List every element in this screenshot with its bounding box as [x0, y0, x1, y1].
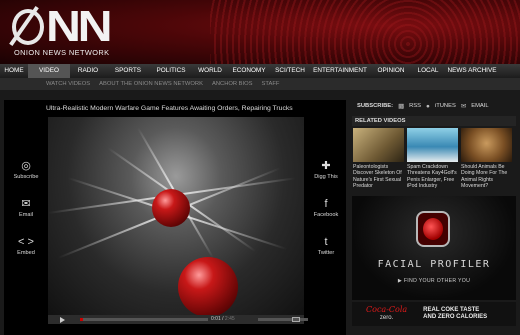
twitter-icon: t [324, 236, 328, 248]
nav-politics[interactable]: POLITICS [150, 64, 192, 78]
email-label: Email [19, 212, 33, 218]
logo-wordmark: NN [46, 2, 113, 51]
related-videos-list: Paleontologists Discover Skeleton Of Nat… [352, 128, 516, 190]
ad-link[interactable]: ▶ FIND YOUR OTHER YOU [352, 278, 516, 284]
related-caption[interactable]: Paleontologists Discover Skeleton Of Nat… [353, 164, 404, 190]
fullscreen-icon[interactable] [292, 317, 300, 322]
twitter-button[interactable]: t Twitter [311, 236, 341, 256]
email-sub-icon: ✉ [460, 103, 467, 110]
related-video-item[interactable]: Spam Crackdown Threatens Kay4Golf's Peni… [407, 128, 458, 190]
itunes-link[interactable]: iTUNES [435, 103, 456, 109]
nav-sports[interactable]: SPORTS [106, 64, 150, 78]
video-title: Ultra-Realistic Modern Warfare Game Feat… [46, 105, 293, 112]
subnav-staff[interactable]: STAFF [262, 78, 280, 90]
nav-news-archive[interactable]: NEWS ARCHIVE [444, 64, 500, 78]
digg-icon: ✚ [321, 160, 331, 172]
coke-tagline: REAL COKE TASTE AND ZERO CALORIES [423, 307, 487, 321]
related-thumbnail[interactable] [407, 128, 458, 162]
ad-title: FACIAL PROFILER [377, 259, 491, 270]
nav-home[interactable]: HOME [0, 64, 28, 78]
nav-opinion[interactable]: OPINION [370, 64, 412, 78]
email-sub-link[interactable]: EMAIL [471, 103, 488, 109]
facial-profiler-ad[interactable]: FACIAL PROFILER ▶ FIND YOUR OTHER YOU [352, 196, 516, 300]
progress-bar[interactable] [80, 318, 208, 321]
play-icon[interactable] [60, 316, 65, 323]
coke-logo-text: Coca-Cola [366, 305, 408, 314]
red-sphere [152, 189, 190, 227]
volume-slider[interactable] [258, 318, 308, 321]
digg-label: Digg This [314, 174, 338, 180]
nav-scitech[interactable]: SCI/TECH [270, 64, 310, 78]
subnav-about-onn[interactable]: ABOUT THE ONION NEWS NETWORK [99, 78, 203, 90]
subscribe-bar: SUBSCRIBE: ▩ RSS ● iTUNES ✉ EMAIL [352, 100, 516, 112]
digg-button[interactable]: ✚ Digg This [311, 160, 341, 180]
coke-line-1: REAL COKE TASTE [423, 307, 480, 313]
related-video-item[interactable]: Should Animals Be Doing More For The Ani… [461, 128, 512, 190]
site-header: NN ONION NEWS NETWORK [0, 0, 520, 64]
related-thumbnail[interactable] [353, 128, 404, 162]
nav-video[interactable]: VIDEO [28, 64, 70, 78]
embed-label: Embed [17, 250, 35, 256]
time-current: 0:01 [211, 316, 221, 322]
subnav-anchor-bios[interactable]: ANCHOR BIOS [212, 78, 253, 90]
red-sphere [178, 257, 238, 315]
coke-zero-ad[interactable]: Coca-Cola zero. REAL COKE TASTE AND ZERO… [352, 302, 516, 326]
nav-entertainment[interactable]: ENTERTAINMENT [310, 64, 370, 78]
email-icon: ✉ [21, 198, 31, 210]
sub-nav: WATCH VIDEOS ABOUT THE ONION NEWS NETWOR… [0, 78, 520, 90]
coke-line-2: AND ZERO CALORIES [423, 314, 488, 320]
related-videos-header: RELATED VIDEOS [352, 116, 516, 126]
related-caption[interactable]: Spam Crackdown Threatens Kay4Golf's Peni… [407, 164, 458, 190]
coke-logo: Coca-Cola zero. [366, 306, 407, 322]
nav-economy[interactable]: ECONOMY [228, 64, 270, 78]
rss-link[interactable]: RSS [409, 103, 421, 109]
onion-logo-icon [12, 9, 44, 45]
subscribe-bar-label: SUBSCRIBE: [357, 103, 394, 109]
related-caption[interactable]: Should Animals Be Doing More For The Ani… [461, 164, 512, 190]
nav-world[interactable]: WORLD [192, 64, 228, 78]
related-thumbnail[interactable] [461, 128, 512, 162]
facebook-button[interactable]: f Facebook [311, 198, 341, 218]
email-button[interactable]: ✉ Email [12, 198, 40, 218]
subnav-watch-videos[interactable]: WATCH VIDEOS [46, 78, 90, 90]
nav-local[interactable]: LOCAL [412, 64, 444, 78]
subscribe-label: Subscribe [13, 174, 39, 180]
facebook-icon: f [324, 198, 328, 210]
rss-icon: ▩ [398, 103, 405, 110]
globe-graphic [210, 0, 520, 64]
time-total: 2:45 [224, 316, 235, 322]
video-player[interactable] [48, 117, 304, 315]
facebook-label: Facebook [313, 212, 339, 218]
coke-zero-text: zero. [379, 315, 394, 321]
onn-logo[interactable]: NN ONION NEWS NETWORK [12, 2, 113, 57]
nav-radio[interactable]: RADIO [70, 64, 106, 78]
embed-icon: < > [18, 236, 34, 248]
subscribe-button[interactable]: ◎ Subscribe [12, 160, 40, 180]
main-nav: HOME VIDEO RADIO SPORTS POLITICS WORLD E… [0, 64, 520, 78]
twitter-label: Twitter [317, 250, 335, 256]
embed-button[interactable]: < > Embed [12, 236, 40, 256]
player-controls: 0:01 / 2:45 [48, 315, 308, 324]
progress-fill [80, 318, 83, 321]
profiler-icon [416, 211, 450, 247]
related-video-item[interactable]: Paleontologists Discover Skeleton Of Nat… [353, 128, 404, 190]
subscribe-icon: ◎ [21, 160, 31, 172]
timecode: 0:01 / 2:45 [211, 316, 235, 322]
itunes-icon: ● [426, 102, 430, 110]
